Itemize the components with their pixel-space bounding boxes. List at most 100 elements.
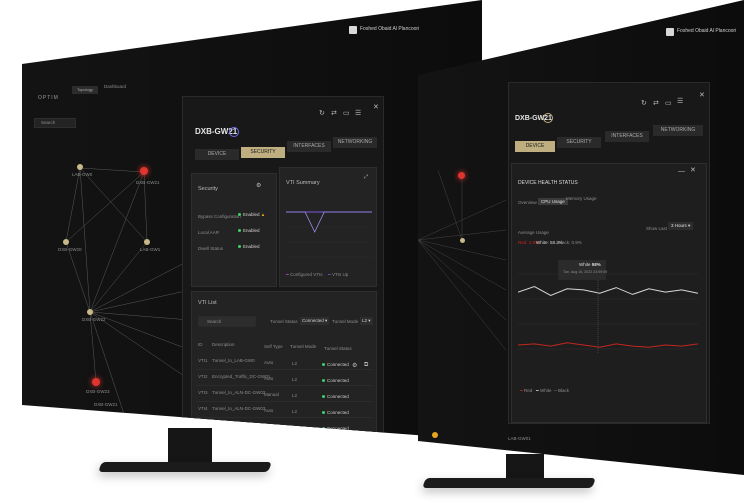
node-warn[interactable] [432,432,438,438]
row-self-type: Auto [264,376,274,381]
tunnel-mode-value: L2 [362,318,368,323]
subtab-memory-usage[interactable]: Memory Usage [566,196,597,201]
right-stand-base [422,478,596,488]
security-row-value-text: Enabled [243,212,260,217]
document-icon[interactable]: ☰ [355,109,361,117]
device-info-icon[interactable] [543,113,553,123]
row-chart-icon[interactable]: ⧉ [364,362,368,369]
row-tunnel-mode: L2 [292,361,298,366]
tab-interfaces[interactable]: INTERFACES [605,131,649,142]
chart-tooltip: White 58% Tue, Aug 16, 2022 23:59:59 [558,260,608,280]
row-tunnel-status-text: Connected [327,378,349,383]
row-description: Tunnel_to_ALN-DC-GW03 [212,406,266,411]
row-self-type: Auto [264,408,274,413]
device-info-icon[interactable] [229,127,239,137]
subtab-cpu-usage[interactable]: CPU Usage [538,198,568,205]
avg-black: Black: 0.9% [558,240,582,245]
row-tunnel-status: Connected [322,426,349,431]
security-row-value-text: Enabled [243,228,260,233]
tab-networking[interactable]: NETWORKING [653,125,703,136]
row-id: VTI1 [198,358,208,363]
security-card: Security ⚙ Bypass Configuration Enabled … [191,173,277,287]
security-title: Security [198,186,218,192]
tunnel-status-label: Tunnel Status [270,319,298,324]
tab-security[interactable]: SECURITY [557,137,601,148]
tooltip-label: White 58% [579,262,601,267]
row-tunnel-status: Connected [322,378,349,383]
settings-icon[interactable]: ⚙ [256,182,261,189]
refresh-icon[interactable]: ↻ [641,99,647,107]
swap-icon[interactable]: ⇄ [331,109,337,117]
close-icon[interactable]: ✕ [373,103,379,111]
monitor-icon[interactable]: ▭ [665,99,672,107]
security-row-value-text: Enabled [243,244,260,249]
row-divider [196,369,372,370]
node-dxb-gw21-alert[interactable] [140,167,148,175]
vti-search-input[interactable]: Search [198,316,256,327]
row-tunnel-mode: L2 [292,409,298,414]
row-self-type: Auto [264,360,274,365]
show-last-value: 3 Hours [671,223,687,228]
node-label-dxb-gw24: DXB-GW24 [112,425,136,430]
node-label-lab-gw0: LAB-GW0 [72,172,93,177]
right-monitor: Foshed Obaid Al Plancoori LAB-GW01 DXB-G… [418,0,744,475]
refresh-icon[interactable]: ↻ [319,109,325,117]
close-icon[interactable]: ✕ [690,166,696,174]
status-dot [238,213,241,216]
row-divider [196,401,372,402]
column-header-id: ID [198,342,203,347]
tooltip-value: 58% [591,262,601,267]
show-last-select[interactable]: 3 Hours ▾ [668,222,694,230]
legend-white: ━ White [536,388,552,393]
row-settings-icon[interactable]: ⚙ [352,362,357,369]
show-last-label: Show Last [646,226,668,231]
tab-device[interactable]: DEVICE [195,149,239,160]
node-lab-gw1[interactable] [144,239,150,245]
minimize-icon[interactable]: — [678,168,685,175]
security-row-value: Enabled [238,244,260,249]
row-divider [196,417,372,418]
tooltip-series: White [579,262,591,267]
node-gateway[interactable] [460,238,465,243]
node-alert[interactable] [458,172,465,179]
vti-list-title: VTI List [198,300,217,306]
security-row-label: Local AAR [198,230,220,235]
row-id: VTI4 [198,406,208,411]
node-dxb-gw23-alert[interactable] [92,378,100,386]
security-row-value: Enabled ▲ [238,212,265,217]
document-icon[interactable]: ☰ [677,97,683,105]
monitor-icon[interactable]: ▭ [343,109,350,117]
row-id: VTI3 [198,390,208,395]
swap-icon[interactable]: ⇄ [653,99,659,107]
node-dxb-gw24-warn[interactable] [122,416,129,423]
legend-black-label: Black [557,388,569,393]
node-dxb-gw22[interactable] [87,309,93,315]
tooltip-date: Tue, Aug 16, 2022 23:59:59 [563,270,608,274]
close-icon[interactable]: ✕ [699,91,705,99]
row-tunnel-mode: L2 [292,425,298,430]
user-name: Foshed Obaid Al Plancoori [677,28,737,34]
tab-networking[interactable]: NETWORKING [333,137,377,148]
row-tunnel-status-text: Connected [327,394,349,399]
tunnel-mode-select[interactable]: L2 ▾ [360,317,373,325]
row-self-type: Manual [264,392,279,397]
subtab-overview[interactable]: Overview [518,200,537,205]
row-divider [196,433,372,434]
vti-summary-chart [286,211,372,258]
expand-icon[interactable]: ⤢ [364,174,368,180]
tab-security[interactable]: SECURITY [241,147,285,158]
user-avatar[interactable] [666,28,674,36]
security-row-label: Bypass Configuration [198,214,241,219]
tunnel-status-select[interactable]: Connected ▾ [300,317,330,325]
row-description: Tunnel_to_ALN-GW03 [212,422,258,427]
row-self-type: Manual [264,424,279,429]
node-dxb-gw20[interactable] [63,239,69,245]
security-row-value: Enabled [238,228,260,233]
vti-summary-card: VTI Summary ⤢ ━ Configured VTIs ━ VTIs U… [279,167,377,287]
tab-interfaces[interactable]: INTERFACES [287,141,331,152]
tunnel-mode-label: Tunnel Mode [332,319,359,324]
node-label-dxb-gw22: DXB-GW22 [82,317,106,322]
tab-device[interactable]: DEVICE [515,141,555,152]
legend-red: ━ Red [520,388,533,393]
node-lab-gw0[interactable] [77,164,83,170]
